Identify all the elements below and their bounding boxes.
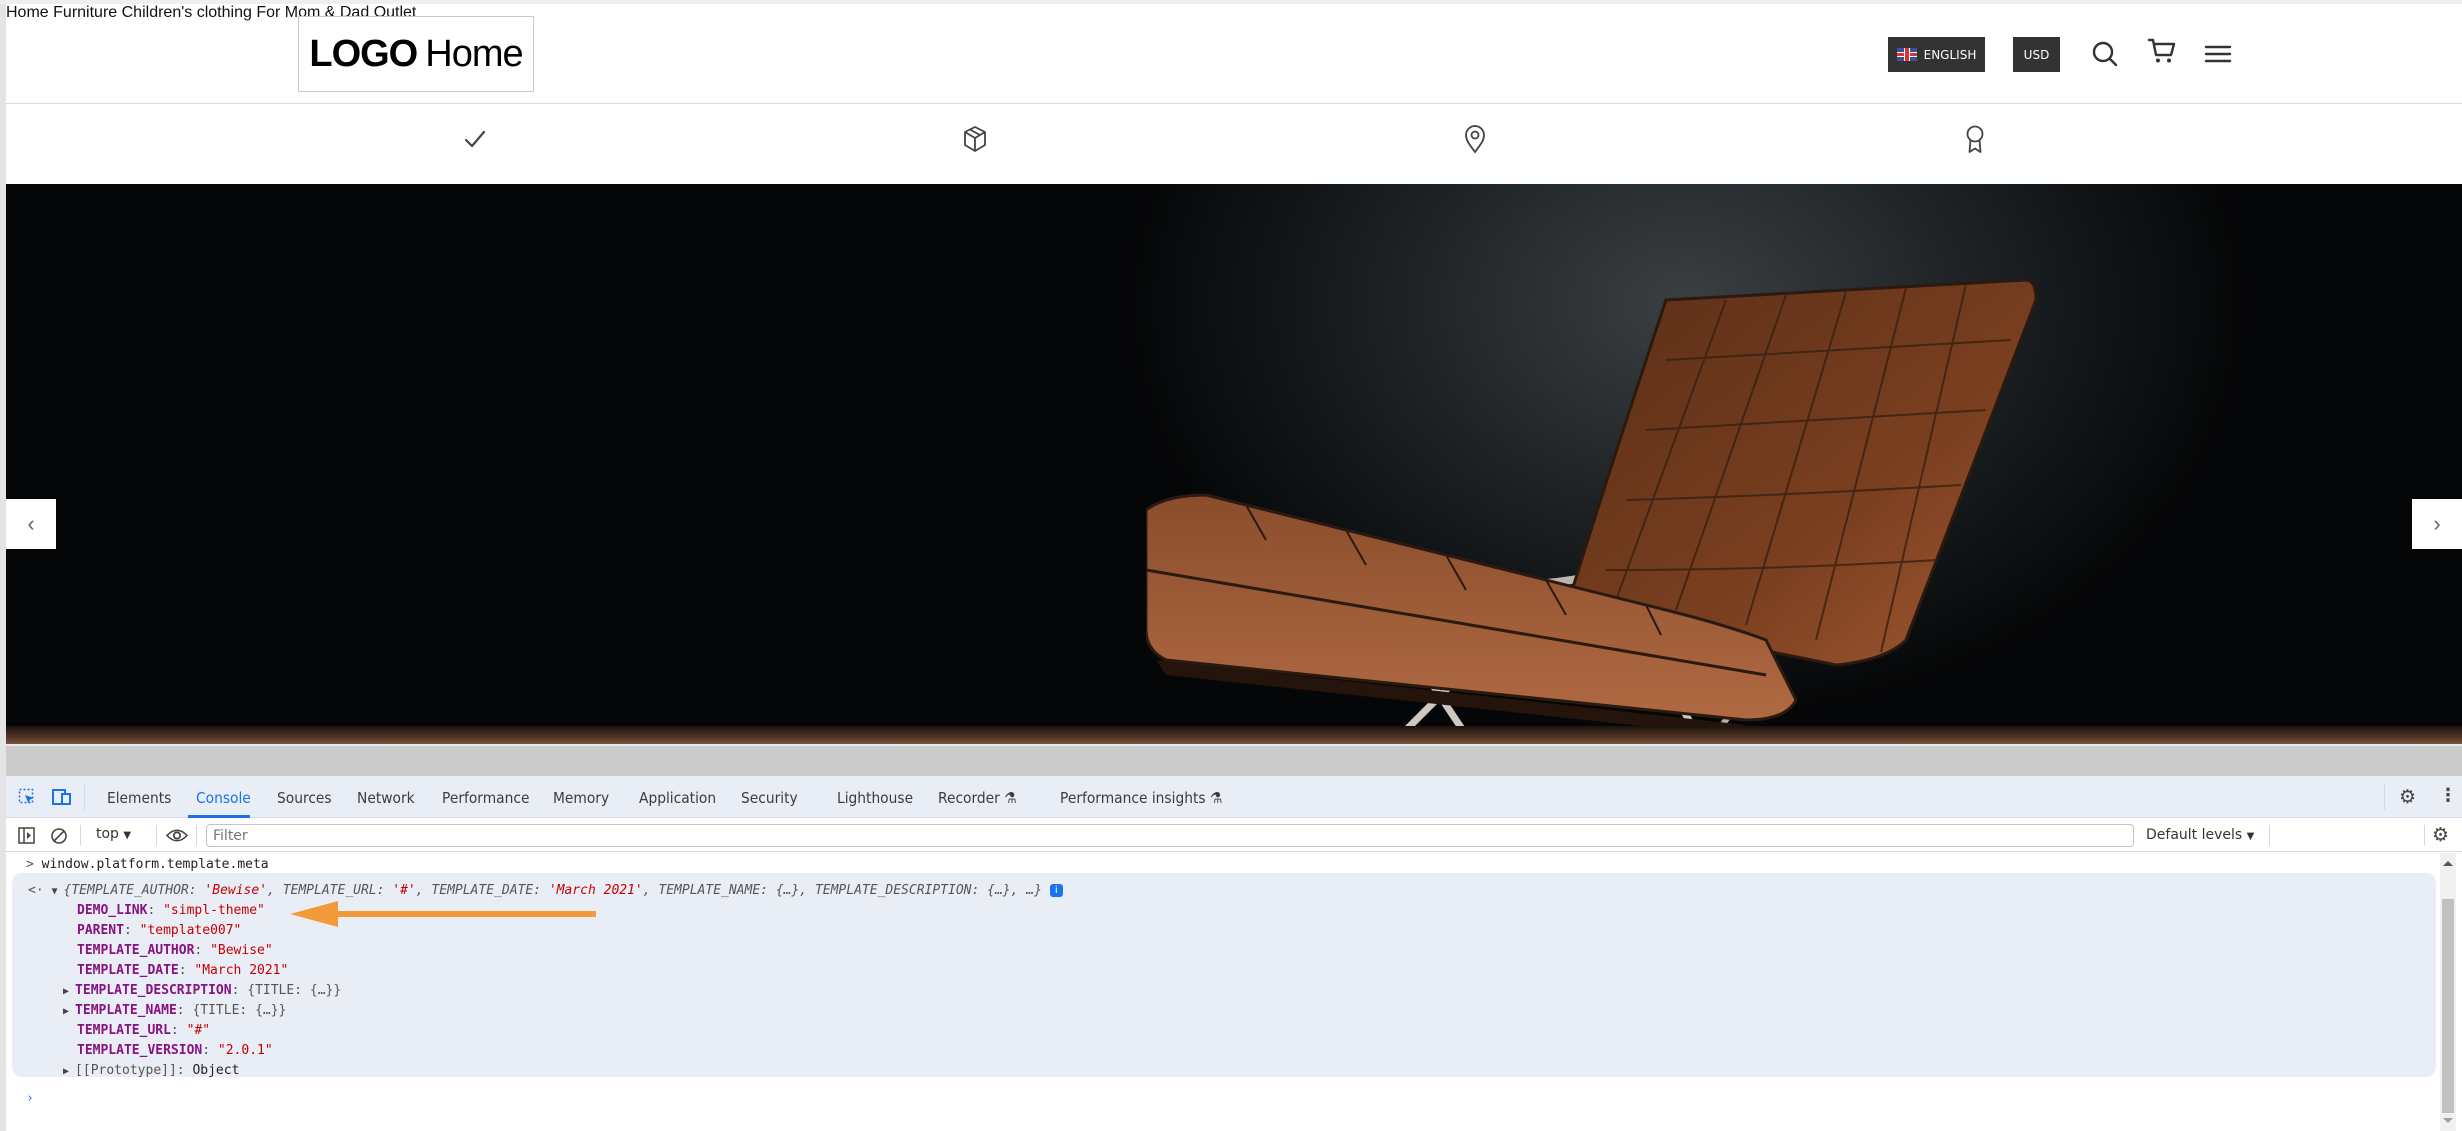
console-prompt[interactable]: › [26, 1091, 34, 1106]
expand-triangle-icon[interactable]: ▶ [63, 1066, 75, 1077]
language-label: ENGLISH [1923, 47, 1977, 62]
expand-triangle-icon[interactable]: ▼ [51, 886, 63, 897]
tab-memory[interactable]: Memory [553, 789, 609, 807]
chevron-right-icon: › [2433, 511, 2441, 536]
hero-chair-image [1146, 280, 2038, 744]
property-row: TEMPLATE_DATE: "March 2021" [77, 963, 289, 978]
prototype-row[interactable]: ▶ [[Prototype]]: Object [63, 1063, 239, 1078]
nav-childrens-clothing[interactable]: Children's clothing [122, 4, 252, 21]
live-expression-eye-icon[interactable] [166, 827, 188, 844]
currency-label: USD [2023, 47, 2050, 62]
nav-home[interactable]: Home [6, 4, 49, 21]
property-row: DEMO_LINK: "simpl-theme" [77, 903, 265, 918]
device-toolbar-icon[interactable] [52, 788, 72, 806]
toolbar-divider [2384, 784, 2385, 810]
console-scrollbar[interactable] [2440, 853, 2456, 1131]
annotation-arrow-icon [290, 901, 596, 927]
context-selector-value: top [96, 826, 119, 842]
scroll-up-arrow-icon[interactable] [2443, 861, 2453, 866]
console-filter-input[interactable] [206, 824, 2134, 847]
toolbar-divider [80, 825, 81, 846]
toolbar-divider [84, 784, 85, 810]
hero-floor [6, 726, 2462, 744]
expand-triangle-icon[interactable]: ▶ [63, 1006, 75, 1017]
console-output: > window.platform.template.meta <· ▼ {TE… [6, 853, 2442, 1131]
console-input-text: window.platform.template.meta [41, 857, 269, 872]
console-settings-icon[interactable]: ⚙ [2432, 824, 2449, 846]
toolbar-divider [196, 825, 197, 846]
tab-sources[interactable]: Sources [277, 789, 332, 807]
devtools-tab-bar: Elements Console Sources Network Perform… [6, 776, 2462, 818]
devtools-settings-icon[interactable]: ⚙ [2399, 786, 2416, 808]
site-header: LOGO Home Home Furniture Children's clot… [6, 4, 2462, 104]
tab-application[interactable]: Application [639, 789, 716, 807]
slider-prev-button[interactable]: ‹ [6, 499, 56, 549]
tab-lighthouse[interactable]: Lighthouse [837, 789, 913, 807]
property-row: TEMPLATE_VERSION: "2.0.1" [77, 1043, 273, 1058]
expand-triangle-icon[interactable]: ▶ [63, 986, 75, 997]
tab-elements[interactable]: Elements [107, 789, 171, 807]
sidebar-toggle-icon[interactable] [18, 827, 35, 844]
prompt-chevron-icon: > [26, 857, 42, 872]
toolbar-divider [2424, 825, 2425, 846]
tab-performance-insights-label: Performance insights [1060, 789, 1206, 807]
tab-console[interactable]: Console [196, 789, 251, 807]
toolbar-divider [156, 825, 157, 846]
cart-icon[interactable] [2146, 35, 2178, 67]
return-arrow-icon: <· [28, 883, 52, 898]
box-icon [964, 126, 986, 152]
active-tab-indicator [188, 815, 250, 818]
log-levels-dropdown[interactable]: Default levels ▼ [2146, 827, 2254, 843]
console-input-line[interactable]: > window.platform.template.meta [26, 857, 269, 872]
slider-next-button[interactable]: › [2412, 499, 2462, 549]
inspect-element-icon[interactable] [18, 788, 36, 806]
logo-light-text: Home [425, 32, 523, 75]
location-pin-icon [1465, 125, 1485, 154]
tab-network[interactable]: Network [357, 789, 415, 807]
nav-furniture[interactable]: Furniture [53, 4, 117, 21]
experiment-flask-icon: ⚗ [1004, 789, 1017, 807]
toolbar-divider [2269, 825, 2270, 846]
info-icon[interactable]: i [1049, 884, 1063, 897]
logo-bold-text: LOGO [309, 32, 418, 75]
experiment-flask-icon: ⚗ [1209, 789, 1223, 807]
more-options-icon[interactable]: ⋮ [2439, 785, 2457, 806]
dropdown-arrow-icon: ▼ [2246, 831, 2255, 842]
language-selector[interactable]: ENGLISH [1888, 37, 1985, 72]
result-preview-line[interactable]: <· ▼ {TEMPLATE_AUTHOR: 'Bewise', TEMPLAT… [28, 883, 1063, 898]
chevron-left-icon: ‹ [27, 511, 35, 536]
features-bar [6, 105, 2462, 184]
devtools-panel: Elements Console Sources Network Perform… [6, 776, 2462, 1131]
property-row-expandable[interactable]: ▶ TEMPLATE_DESCRIPTION: {TITLE: {…}} [63, 983, 341, 998]
hero-slider[interactable]: ‹ › [6, 184, 2462, 744]
award-ribbon-icon [1966, 125, 1984, 153]
uk-flag-icon [1896, 48, 1917, 61]
menu-icon[interactable] [2202, 38, 2234, 70]
tab-recorder[interactable]: Recorder ⚗ [938, 789, 1017, 807]
property-row: TEMPLATE_URL: "#" [77, 1023, 211, 1038]
clear-console-icon[interactable] [50, 827, 68, 845]
tab-performance-insights[interactable]: Performance insights ⚗ [1060, 789, 1222, 807]
site-logo[interactable]: LOGO Home [298, 16, 534, 92]
console-toolbar: top ▼ Default levels ▼ ⚙ [6, 819, 2462, 852]
scroll-down-arrow-icon[interactable] [2443, 1118, 2453, 1123]
scrollbar-thumb[interactable] [2442, 899, 2454, 1113]
tab-security[interactable]: Security [741, 789, 798, 807]
property-row: TEMPLATE_AUTHOR: "Bewise" [77, 943, 273, 958]
search-icon[interactable] [2089, 38, 2121, 70]
property-row-expandable[interactable]: ▶ TEMPLATE_NAME: {TITLE: {…}} [63, 1003, 286, 1018]
dropdown-arrow-icon: ▼ [123, 830, 132, 841]
tab-performance[interactable]: Performance [442, 789, 529, 807]
context-selector[interactable]: top ▼ [96, 826, 131, 842]
check-icon [464, 130, 486, 148]
log-levels-label: Default levels [2146, 827, 2243, 843]
property-row: PARENT: "template007" [77, 923, 242, 938]
currency-selector[interactable]: USD [2013, 37, 2060, 72]
tab-recorder-label: Recorder [938, 789, 1000, 807]
devtools-resize-handle[interactable] [6, 744, 2462, 776]
